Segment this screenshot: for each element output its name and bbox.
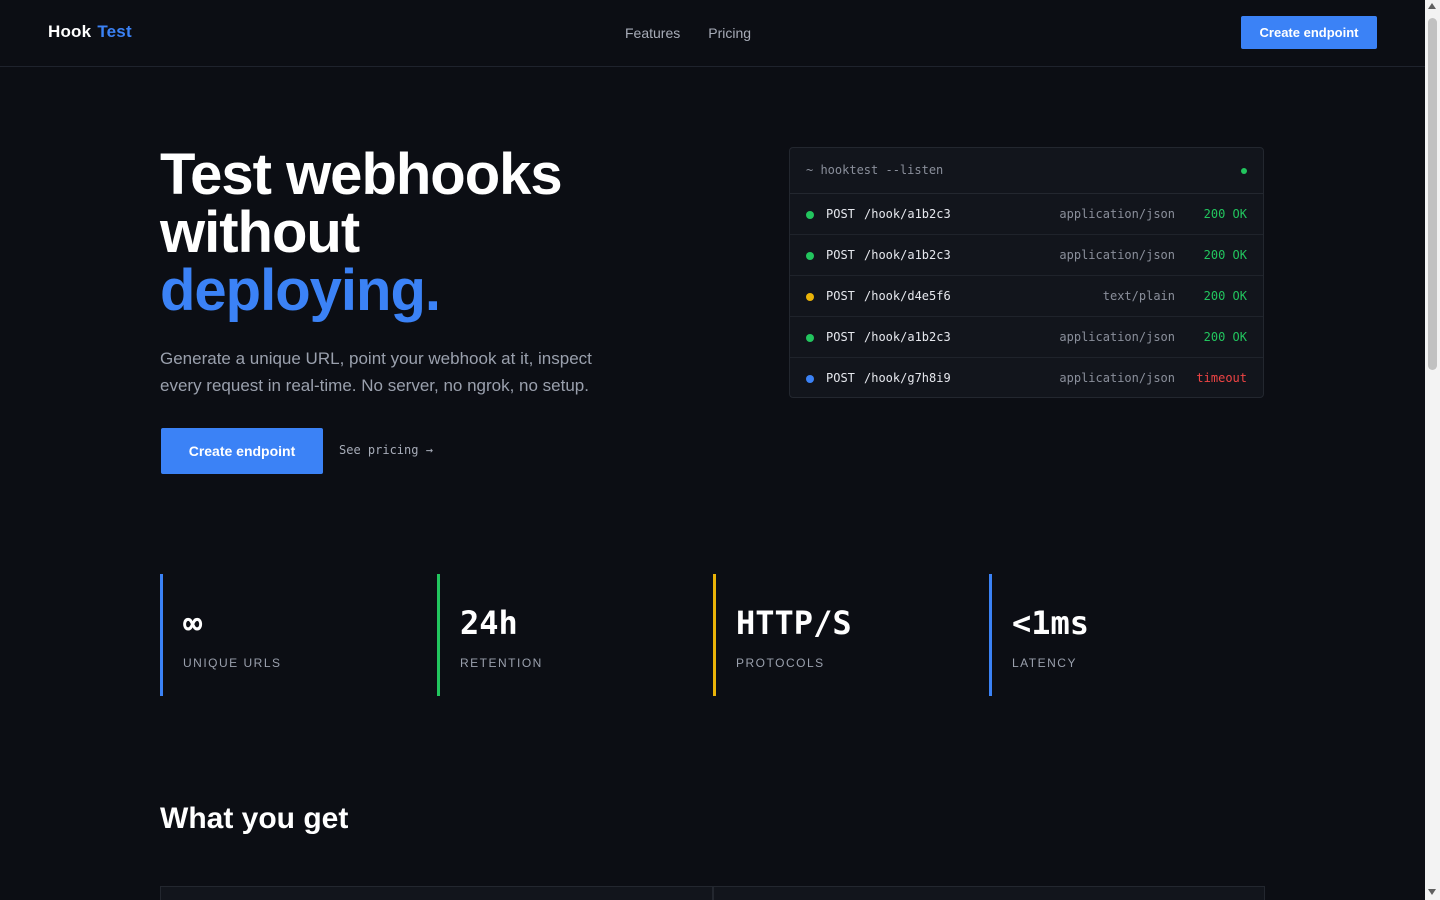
hero-title-line-3: deploying. — [160, 258, 441, 323]
page: Hook Test Features Pricing Create endpoin… — [0, 0, 1425, 900]
feature-cards — [160, 886, 1265, 900]
request-method: POST — [826, 289, 855, 303]
terminal-command: ~ hooktest --listen — [806, 163, 944, 177]
feature-card — [712, 886, 1265, 900]
stat-value: 24h — [460, 604, 518, 642]
stat-label: UNIQUE URLS — [183, 656, 282, 670]
hero-subtitle: Generate a unique URL, point your webhoo… — [160, 349, 592, 395]
stat-protocols: HTTP/S PROTOCOLS — [713, 574, 953, 696]
scroll-down-arrow-icon[interactable] — [1428, 889, 1436, 895]
logo-test: Test — [97, 22, 132, 41]
stat-retention: 24h RETENTION — [437, 574, 677, 696]
request-content-type: application/json — [1059, 207, 1175, 221]
terminal-header: ~ hooktest --listen — [790, 148, 1263, 194]
hero-create-endpoint-button[interactable]: Create endpoint — [161, 428, 323, 474]
request-status: 200 OK — [1203, 289, 1247, 303]
status-dot-icon — [806, 211, 814, 219]
request-path: /hook/d4e5f6 — [864, 289, 951, 303]
request-list: POST /hook/a1b2c3 application/json 200 O… — [790, 194, 1263, 397]
hero-title-line-2: without — [160, 200, 360, 265]
features-title: What you get — [160, 802, 349, 835]
request-row[interactable]: POST /hook/d4e5f6 text/plain 200 OK — [790, 276, 1263, 317]
feature-card — [160, 886, 713, 900]
hero-title: Test webhooks without deploying. — [160, 146, 720, 320]
request-method: POST — [826, 371, 855, 385]
status-dot-icon — [806, 293, 814, 301]
status-dot-icon — [806, 334, 814, 342]
live-indicator-icon — [1241, 168, 1247, 174]
stat-label: LATENCY — [1012, 656, 1077, 670]
request-path: /hook/a1b2c3 — [864, 207, 951, 221]
request-row[interactable]: POST /hook/a1b2c3 application/json 200 O… — [790, 194, 1263, 235]
logo[interactable]: Hook Test — [48, 22, 132, 42]
request-method: POST — [826, 248, 855, 262]
see-pricing-link[interactable]: See pricing → — [339, 443, 433, 457]
request-content-type: text/plain — [1102, 289, 1175, 303]
request-method: POST — [826, 207, 855, 221]
stat-value: ∞ — [183, 604, 203, 642]
request-path: /hook/a1b2c3 — [864, 248, 951, 262]
request-content-type: application/json — [1059, 330, 1175, 344]
request-method: POST — [826, 330, 855, 344]
vertical-scrollbar[interactable] — [1425, 0, 1440, 900]
nav-links: Features Pricing — [625, 25, 751, 41]
request-status: timeout — [1196, 371, 1247, 385]
scroll-up-arrow-icon[interactable] — [1428, 3, 1436, 9]
hero-title-line-1: Test webhooks — [160, 142, 563, 207]
request-path: /hook/a1b2c3 — [864, 330, 951, 344]
status-dot-icon — [806, 375, 814, 383]
request-content-type: application/json — [1059, 248, 1175, 262]
stat-latency: <1ms LATENCY — [989, 574, 1229, 696]
stat-label: PROTOCOLS — [736, 656, 825, 670]
top-nav: Hook Test Features Pricing Create endpoin… — [0, 0, 1425, 67]
logo-hook: Hook — [48, 22, 92, 41]
request-content-type: application/json — [1059, 371, 1175, 385]
nav-link-features[interactable]: Features — [625, 25, 680, 41]
stat-label: RETENTION — [460, 656, 543, 670]
request-status: 200 OK — [1203, 207, 1247, 221]
request-row[interactable]: POST /hook/a1b2c3 application/json 200 O… — [790, 317, 1263, 358]
status-dot-icon — [806, 252, 814, 260]
stat-value: HTTP/S — [736, 604, 852, 642]
request-row[interactable]: POST /hook/g7h8i9 application/json timeo… — [790, 358, 1263, 397]
request-row[interactable]: POST /hook/a1b2c3 application/json 200 O… — [790, 235, 1263, 276]
request-status: 200 OK — [1203, 248, 1247, 262]
stat-unique-urls: ∞ UNIQUE URLS — [160, 574, 400, 696]
nav-create-endpoint-button[interactable]: Create endpoint — [1241, 16, 1377, 49]
stat-value: <1ms — [1012, 604, 1090, 642]
request-log-terminal: ~ hooktest --listen POST /hook/a1b2c3 ap… — [789, 147, 1264, 398]
scrollbar-thumb[interactable] — [1428, 18, 1437, 370]
nav-link-pricing[interactable]: Pricing — [708, 25, 751, 41]
request-path: /hook/g7h8i9 — [864, 371, 951, 385]
request-status: 200 OK — [1203, 330, 1247, 344]
